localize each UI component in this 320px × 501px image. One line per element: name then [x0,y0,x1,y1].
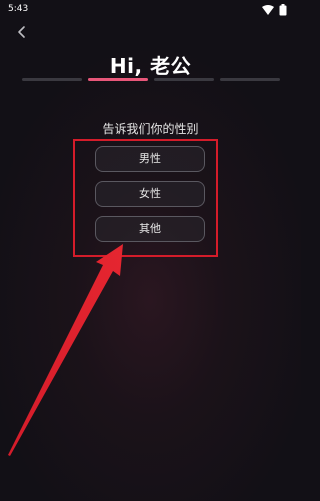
page-title: Hi, 老公 [109,54,192,78]
back-button[interactable] [12,22,32,42]
option-other-button[interactable]: 其他 [95,216,205,242]
battery-icon [279,4,287,16]
status-icons [253,3,293,17]
status-bar: 5:43 [0,0,301,20]
chevron-left-icon [18,26,25,38]
option-male-button[interactable]: 男性 [95,146,205,172]
progress-step-1 [22,78,82,81]
wifi-icon [262,5,274,15]
status-time: 5:43 [8,4,29,14]
progress-step-4 [220,78,280,81]
progress-step-2 [88,78,148,81]
progress-indicator [22,78,280,81]
gender-question: 告诉我们你的性别 [102,122,199,136]
option-female-button[interactable]: 女性 [95,181,205,207]
progress-step-3 [154,78,214,81]
